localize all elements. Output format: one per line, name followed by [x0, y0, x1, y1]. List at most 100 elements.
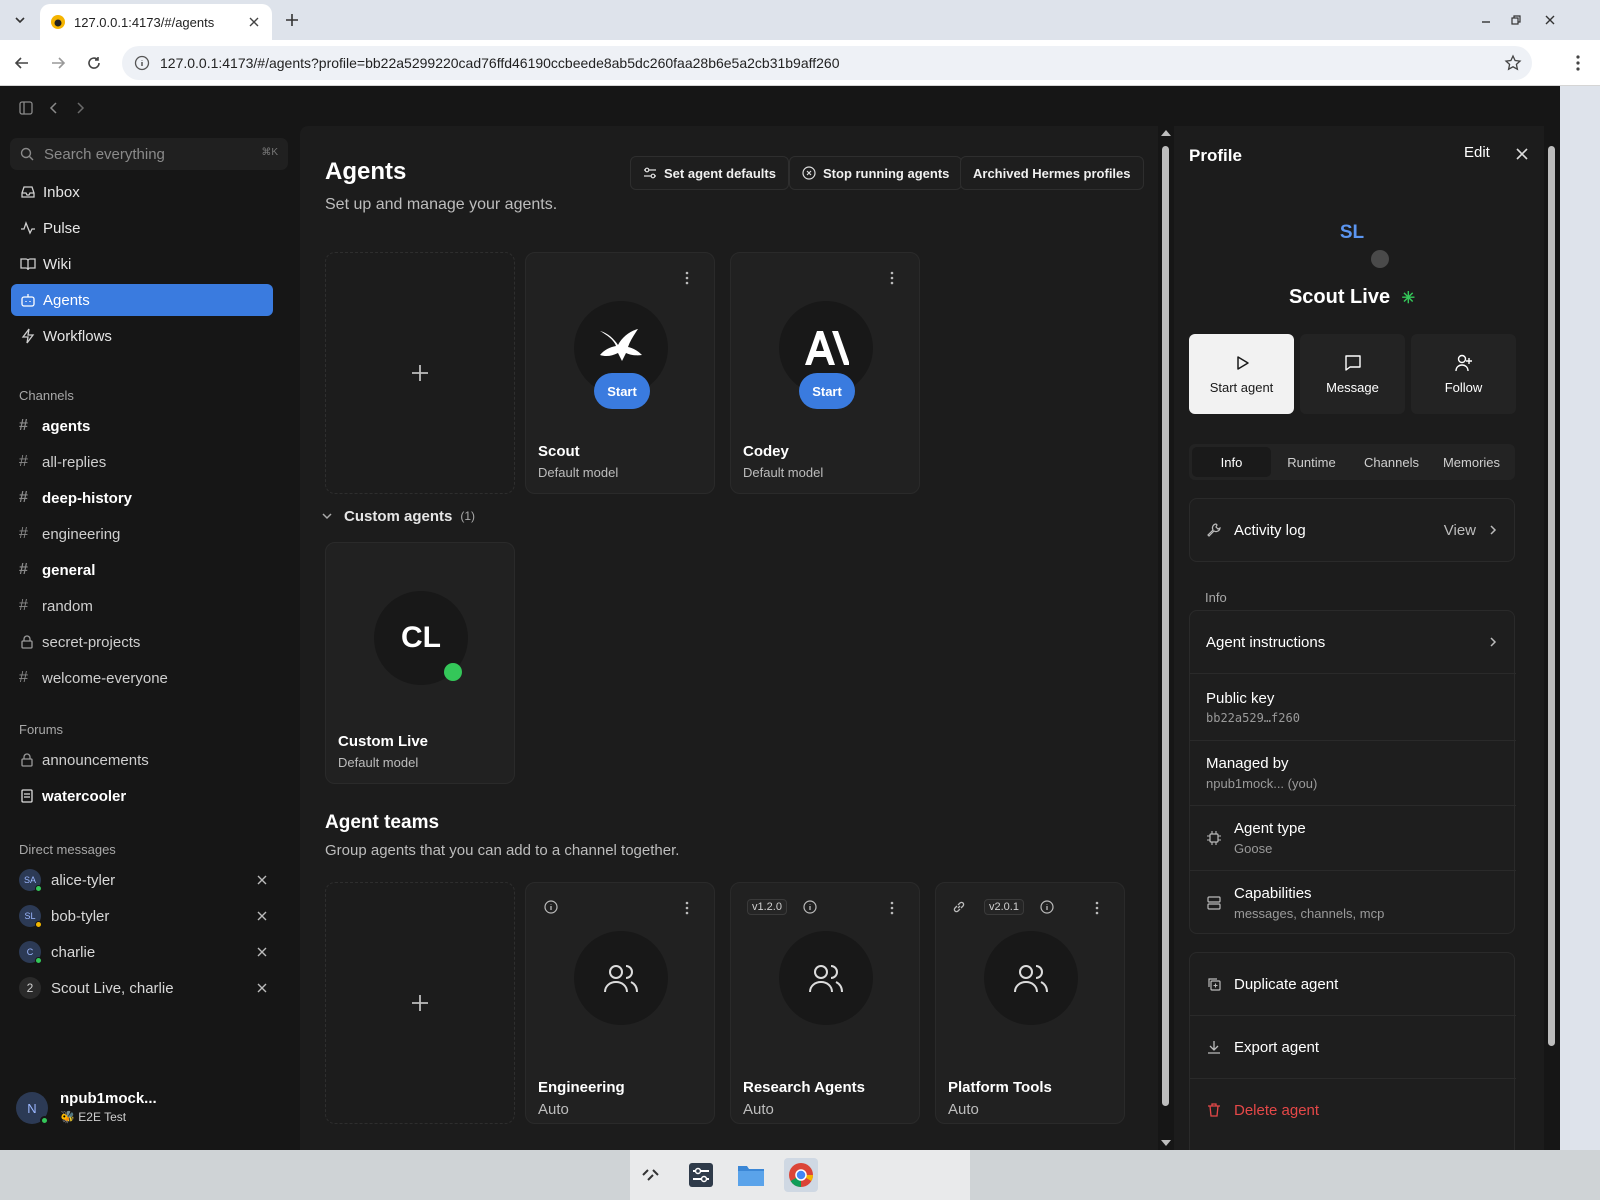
info-icon[interactable]	[803, 900, 817, 914]
message-button[interactable]: Message	[1300, 334, 1405, 414]
reload-icon[interactable]	[84, 53, 104, 73]
scroll-thumb[interactable]	[1162, 146, 1169, 1106]
start-agent-button[interactable]: Start	[799, 373, 855, 409]
channel-engineering[interactable]: # engineering	[19, 520, 120, 548]
close-window-icon[interactable]	[1540, 10, 1560, 30]
search-shortcut: ⌘K	[261, 147, 278, 158]
create-team-card[interactable]	[325, 882, 515, 1124]
channel-all-replies[interactable]: # all-replies	[19, 448, 106, 476]
dm-bob-tyler[interactable]: SL bob-tyler	[19, 902, 269, 930]
scroll-down-arrow-icon[interactable]	[1161, 1140, 1171, 1146]
more-options-icon[interactable]	[680, 271, 694, 285]
archived-profiles-button[interactable]: Archived Hermes profiles	[960, 156, 1144, 190]
sidebar-toggle-icon[interactable]	[18, 98, 34, 118]
more-options-icon[interactable]	[885, 901, 899, 915]
agent-card-codey[interactable]: Start Codey Default model	[730, 252, 920, 494]
sidebar-item-inbox[interactable]: Inbox	[11, 176, 273, 208]
minimize-icon[interactable]	[1476, 10, 1496, 30]
channel-welcome-everyone[interactable]: # welcome-everyone	[19, 664, 168, 692]
forum-watercooler[interactable]: watercooler	[19, 782, 126, 810]
forward-icon[interactable]	[48, 53, 68, 73]
nav-forward-icon[interactable]	[72, 98, 88, 118]
more-options-icon[interactable]	[680, 901, 694, 915]
channel-agents[interactable]: # agents	[19, 412, 90, 440]
trash-icon	[1206, 1102, 1222, 1118]
settings-app-icon[interactable]	[684, 1158, 718, 1192]
dm-alice-tyler[interactable]: SA alice-tyler	[19, 866, 269, 894]
team-card-platform-tools[interactable]: v2.0.1 Platform Tools Auto	[935, 882, 1125, 1124]
team-card-research-agents[interactable]: v1.2.0 Research Agents Auto	[730, 882, 920, 1124]
close-dm-icon[interactable]	[255, 981, 269, 995]
tab-info[interactable]: Info	[1192, 447, 1271, 477]
close-dm-icon[interactable]	[255, 945, 269, 959]
back-icon[interactable]	[12, 53, 32, 73]
dm-charlie[interactable]: C charlie	[19, 938, 269, 966]
channel-deep-history[interactable]: # deep-history	[19, 484, 132, 512]
status-dot	[1371, 250, 1389, 268]
search-input[interactable]: Search everything ⌘K	[10, 138, 288, 170]
create-agent-card[interactable]	[325, 252, 515, 494]
sidebar-item-agents[interactable]: Agents	[11, 284, 273, 316]
chrome-icon[interactable]	[784, 1158, 818, 1192]
channel-secret-projects[interactable]: secret-projects	[19, 628, 140, 656]
launcher-icon[interactable]	[634, 1158, 668, 1192]
agent-card-custom-live[interactable]: CL Custom Live Default model	[325, 542, 515, 784]
main-scrollbar[interactable]	[1158, 126, 1174, 1150]
browser-tab[interactable]: 127.0.0.1:4173/#/agents	[40, 4, 272, 40]
set-agent-defaults-button[interactable]: Set agent defaults	[630, 156, 789, 190]
delete-agent-row[interactable]: Delete agent	[1190, 1079, 1516, 1141]
follow-button[interactable]: Follow	[1411, 334, 1516, 414]
new-tab-icon[interactable]	[282, 10, 302, 30]
custom-agents-toggle[interactable]: Custom agents (1)	[320, 502, 475, 530]
button-label: Message	[1326, 379, 1379, 395]
url-text[interactable]: 127.0.0.1:4173/#/agents?profile=bb22a529…	[160, 55, 1504, 71]
dm-group[interactable]: 2 Scout Live, charlie	[19, 974, 269, 1002]
view-link[interactable]: View	[1444, 522, 1500, 539]
stop-running-agents-button[interactable]: Stop running agents	[789, 156, 963, 190]
duplicate-agent-row[interactable]: Duplicate agent	[1190, 953, 1516, 1015]
sidebar-item-pulse[interactable]: Pulse	[11, 212, 273, 244]
info-icon[interactable]	[1040, 900, 1054, 914]
agent-card-scout[interactable]: Start Scout Default model	[525, 252, 715, 494]
start-agent-button[interactable]: Start agent	[1189, 334, 1294, 414]
sidebar-item-workflows[interactable]: Workflows	[11, 320, 273, 352]
scroll-thumb[interactable]	[1548, 146, 1555, 1046]
profile-scrollbar[interactable]	[1544, 126, 1560, 1150]
scroll-up-arrow-icon[interactable]	[1161, 130, 1171, 136]
file-manager-icon[interactable]	[734, 1158, 768, 1192]
bookmark-star-icon[interactable]	[1504, 54, 1522, 72]
browser-menu-icon[interactable]	[1568, 53, 1588, 73]
sidebar-item-wiki[interactable]: Wiki	[11, 248, 273, 280]
restore-icon[interactable]	[1506, 10, 1526, 30]
tab-memories[interactable]: Memories	[1432, 447, 1511, 477]
channel-random[interactable]: # random	[19, 592, 93, 620]
window-margin	[1560, 86, 1600, 1150]
channel-general[interactable]: # general	[19, 556, 95, 584]
team-card-engineering[interactable]: Engineering Auto	[525, 882, 715, 1124]
edit-profile-button[interactable]: Edit	[1464, 144, 1490, 161]
button-label: Archived Hermes profiles	[973, 165, 1131, 181]
tab-search-chevron-icon[interactable]	[10, 10, 30, 30]
site-info-icon[interactable]	[134, 55, 150, 71]
inbox-icon	[20, 184, 36, 200]
activity-log-row[interactable]: Activity log View	[1190, 499, 1516, 561]
tab-runtime[interactable]: Runtime	[1272, 447, 1351, 477]
info-icon[interactable]	[544, 900, 558, 914]
forum-announcements[interactable]: announcements	[19, 746, 149, 774]
tab-channels[interactable]: Channels	[1352, 447, 1431, 477]
agent-instructions-row[interactable]: Agent instructions	[1190, 611, 1516, 673]
export-agent-row[interactable]: Export agent	[1190, 1016, 1516, 1078]
close-tab-icon[interactable]	[246, 14, 262, 30]
link-icon[interactable]	[952, 900, 966, 914]
address-bar[interactable]: 127.0.0.1:4173/#/agents?profile=bb22a529…	[122, 46, 1532, 80]
current-user[interactable]: N npub1mock... 🐝 E2E Test	[16, 1088, 276, 1128]
nav-back-icon[interactable]	[46, 98, 62, 118]
stop-circle-icon	[802, 166, 816, 180]
more-options-icon[interactable]	[885, 271, 899, 285]
more-options-icon[interactable]	[1090, 901, 1104, 915]
close-dm-icon[interactable]	[255, 873, 269, 887]
close-icon[interactable]	[1514, 146, 1530, 162]
close-dm-icon[interactable]	[255, 909, 269, 923]
sidebar-item-label: Workflows	[43, 327, 112, 345]
start-agent-button[interactable]: Start	[594, 373, 650, 409]
